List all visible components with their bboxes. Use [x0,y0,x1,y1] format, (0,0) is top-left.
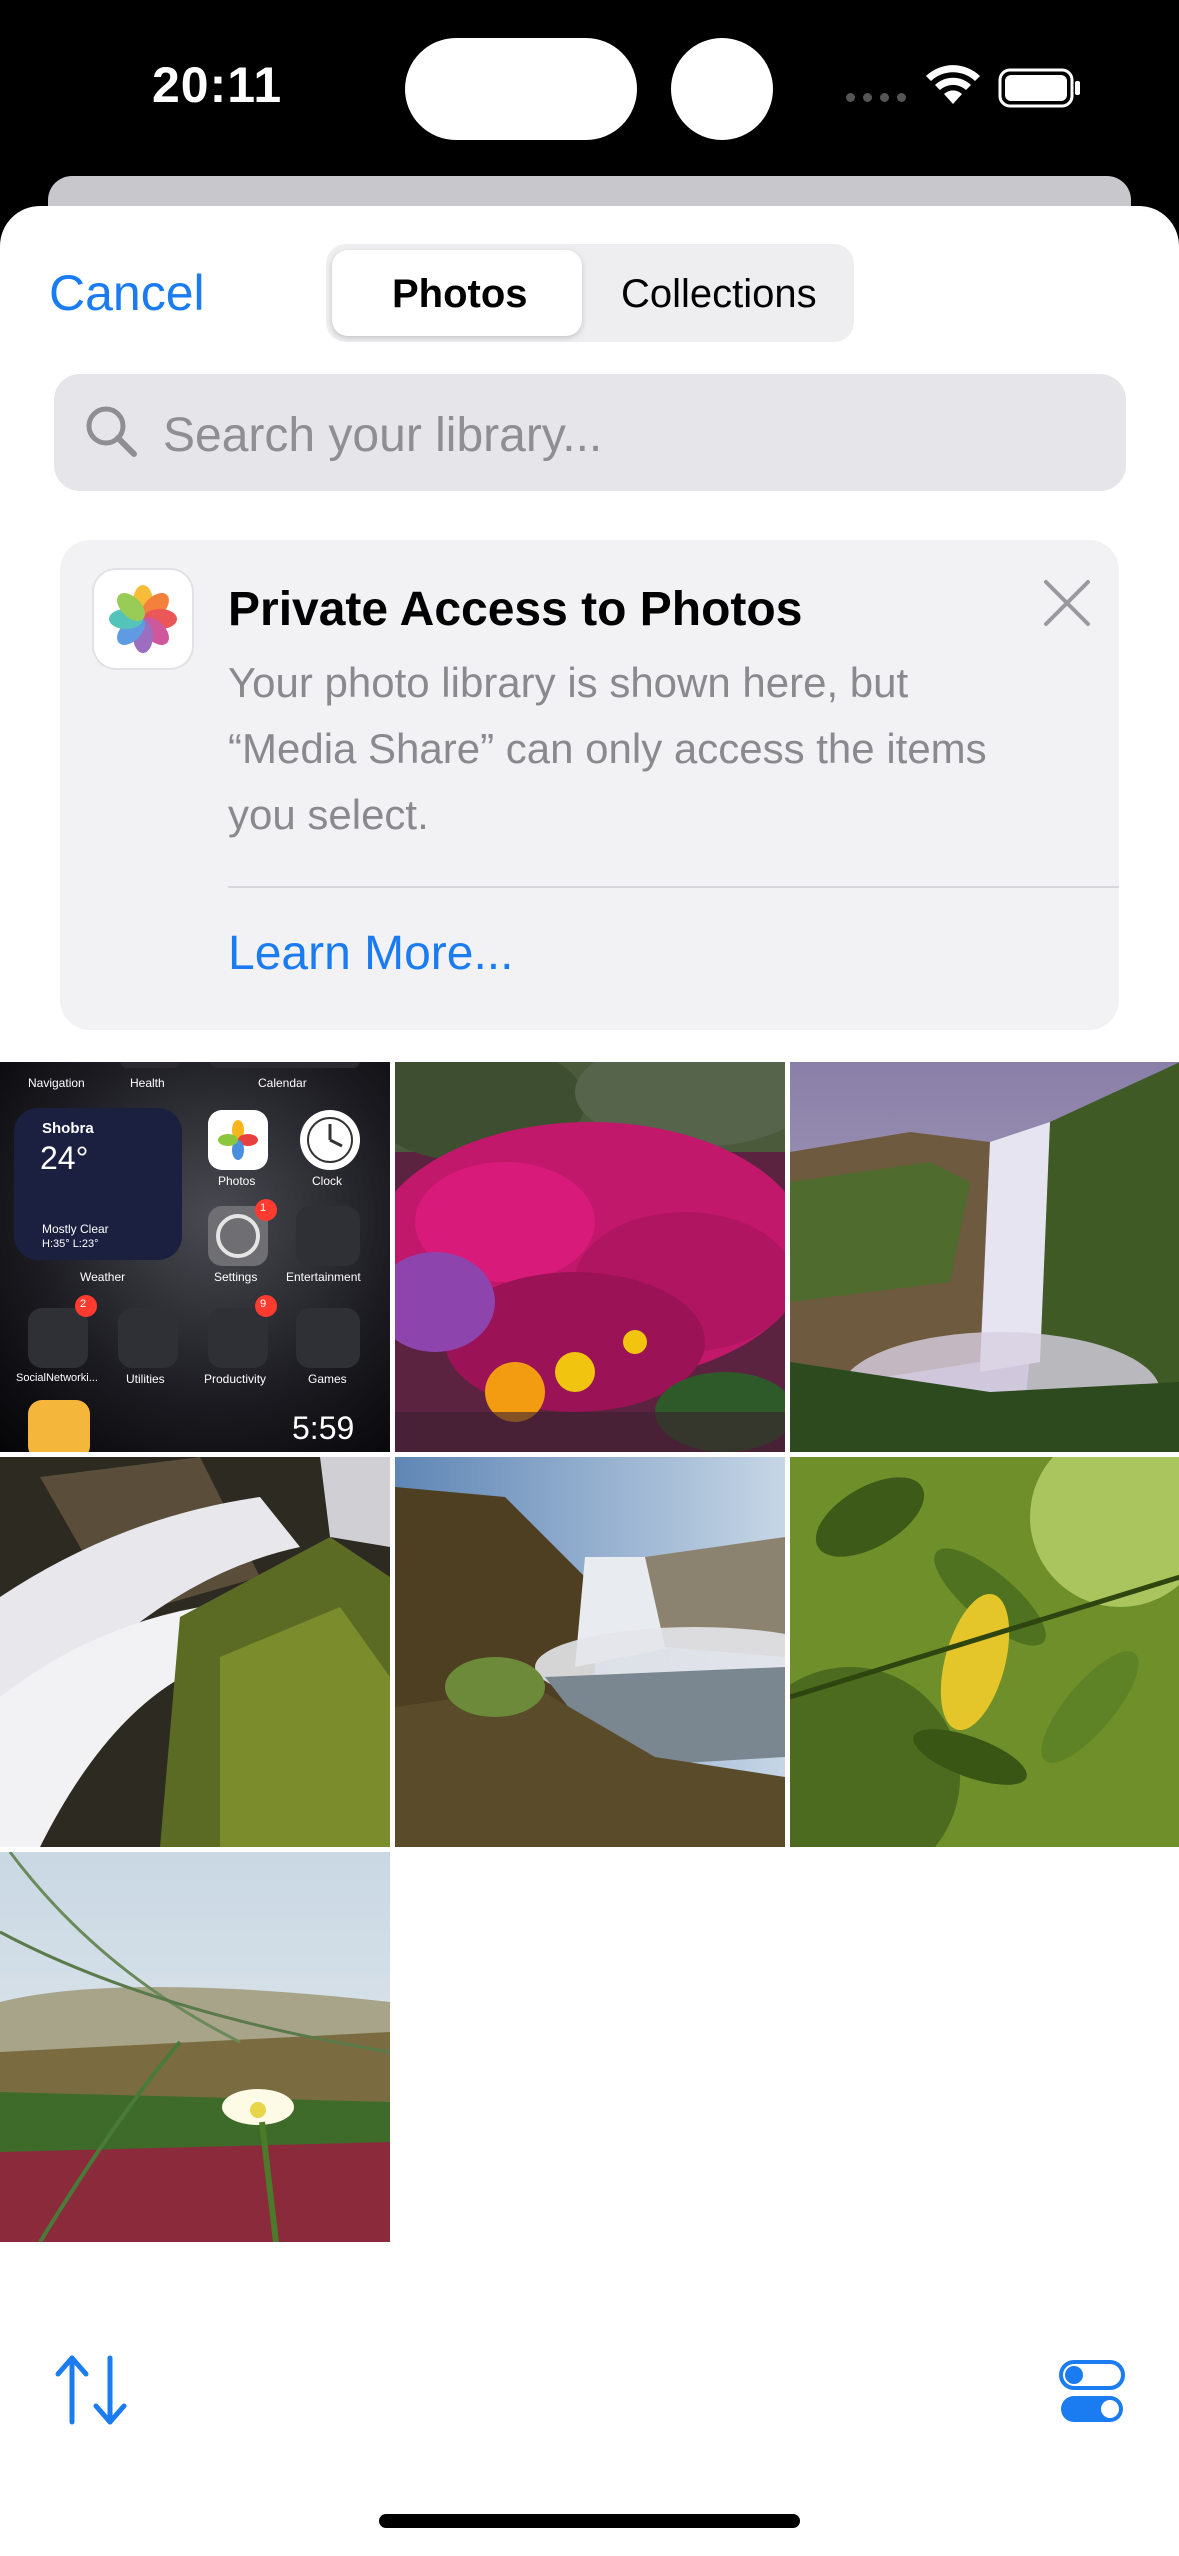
toggle-options-icon[interactable] [1058,2359,1126,2425]
dynamic-island [405,38,637,140]
badge-settings: 1 [260,1202,267,1214]
home-label-games: Games [308,1372,347,1386]
weather-temperature: 24° [40,1140,89,1176]
home-label-clock: Clock [312,1174,343,1188]
home-label-navigation: Navigation [28,1076,85,1090]
status-time: 20:11 [152,57,283,113]
tab-photos[interactable]: Photos [392,272,528,317]
sort-icon[interactable] [52,2352,132,2428]
home-label-utilities: Utilities [126,1372,165,1386]
banner-title: Private Access to Photos [228,583,803,636]
badge-social: 2 [80,1298,87,1310]
photos-app-icon [94,570,192,668]
view-segmented-control: Photos Collections [326,244,854,342]
photo-thumbnail-white-flower[interactable] [0,1852,390,2242]
photo-thumbnail-waterfall-cliff[interactable] [790,1062,1179,1452]
learn-more-link[interactable]: Learn More... [228,926,513,981]
home-label-social: SocialNetworki... [16,1372,98,1384]
status-bar: 20:11 [0,0,1179,175]
banner-body: Your photo library is shown here, but “M… [228,659,987,838]
home-label-productivity: Productivity [204,1372,267,1386]
photo-thumbnail-waterfall-rocks[interactable] [0,1457,390,1847]
banner-divider [228,886,1119,888]
private-access-banner: Private Access to Photos Your photo libr… [60,540,1119,1030]
home-label-weather: Weather [80,1270,126,1284]
weather-condition: Mostly Clear [42,1222,109,1236]
home-label-photos: Photos [218,1174,256,1188]
photo-thumbnail-waterfall-river[interactable] [395,1457,785,1847]
photo-thumbnail-green-leaves[interactable] [790,1457,1179,1847]
cellular-signal-icon [846,93,906,102]
weather-city: Shobra [42,1120,94,1137]
camera-indicator [671,38,773,140]
search-input[interactable]: Search your library... [54,374,1126,491]
battery-icon [998,68,1080,108]
home-label-health: Health [130,1076,165,1090]
home-indicator[interactable] [379,2514,800,2528]
home-label-entertainment: Entertainment [286,1270,361,1284]
tab-collections[interactable]: Collections [621,272,817,317]
video-duration: 5:59 [292,1410,355,1446]
home-label-settings: Settings [214,1270,258,1284]
photo-picker-sheet: Cancel Photos Collections Search your li… [0,206,1179,2556]
cancel-button[interactable]: Cancel [49,264,205,322]
search-icon [86,406,137,457]
search-placeholder: Search your library... [163,409,603,462]
home-label-calendar: Calendar [258,1076,307,1090]
weather-range: H:35° L:23° [42,1238,99,1250]
close-icon[interactable] [1040,576,1094,630]
photo-thumbnail-pink-flowers[interactable] [395,1062,785,1452]
wifi-icon [926,65,980,104]
badge-productivity: 9 [260,1298,267,1310]
photo-thumbnail-home-screen[interactable]: Navigation Health Calendar Shobra 24° Mo… [0,1062,390,1452]
